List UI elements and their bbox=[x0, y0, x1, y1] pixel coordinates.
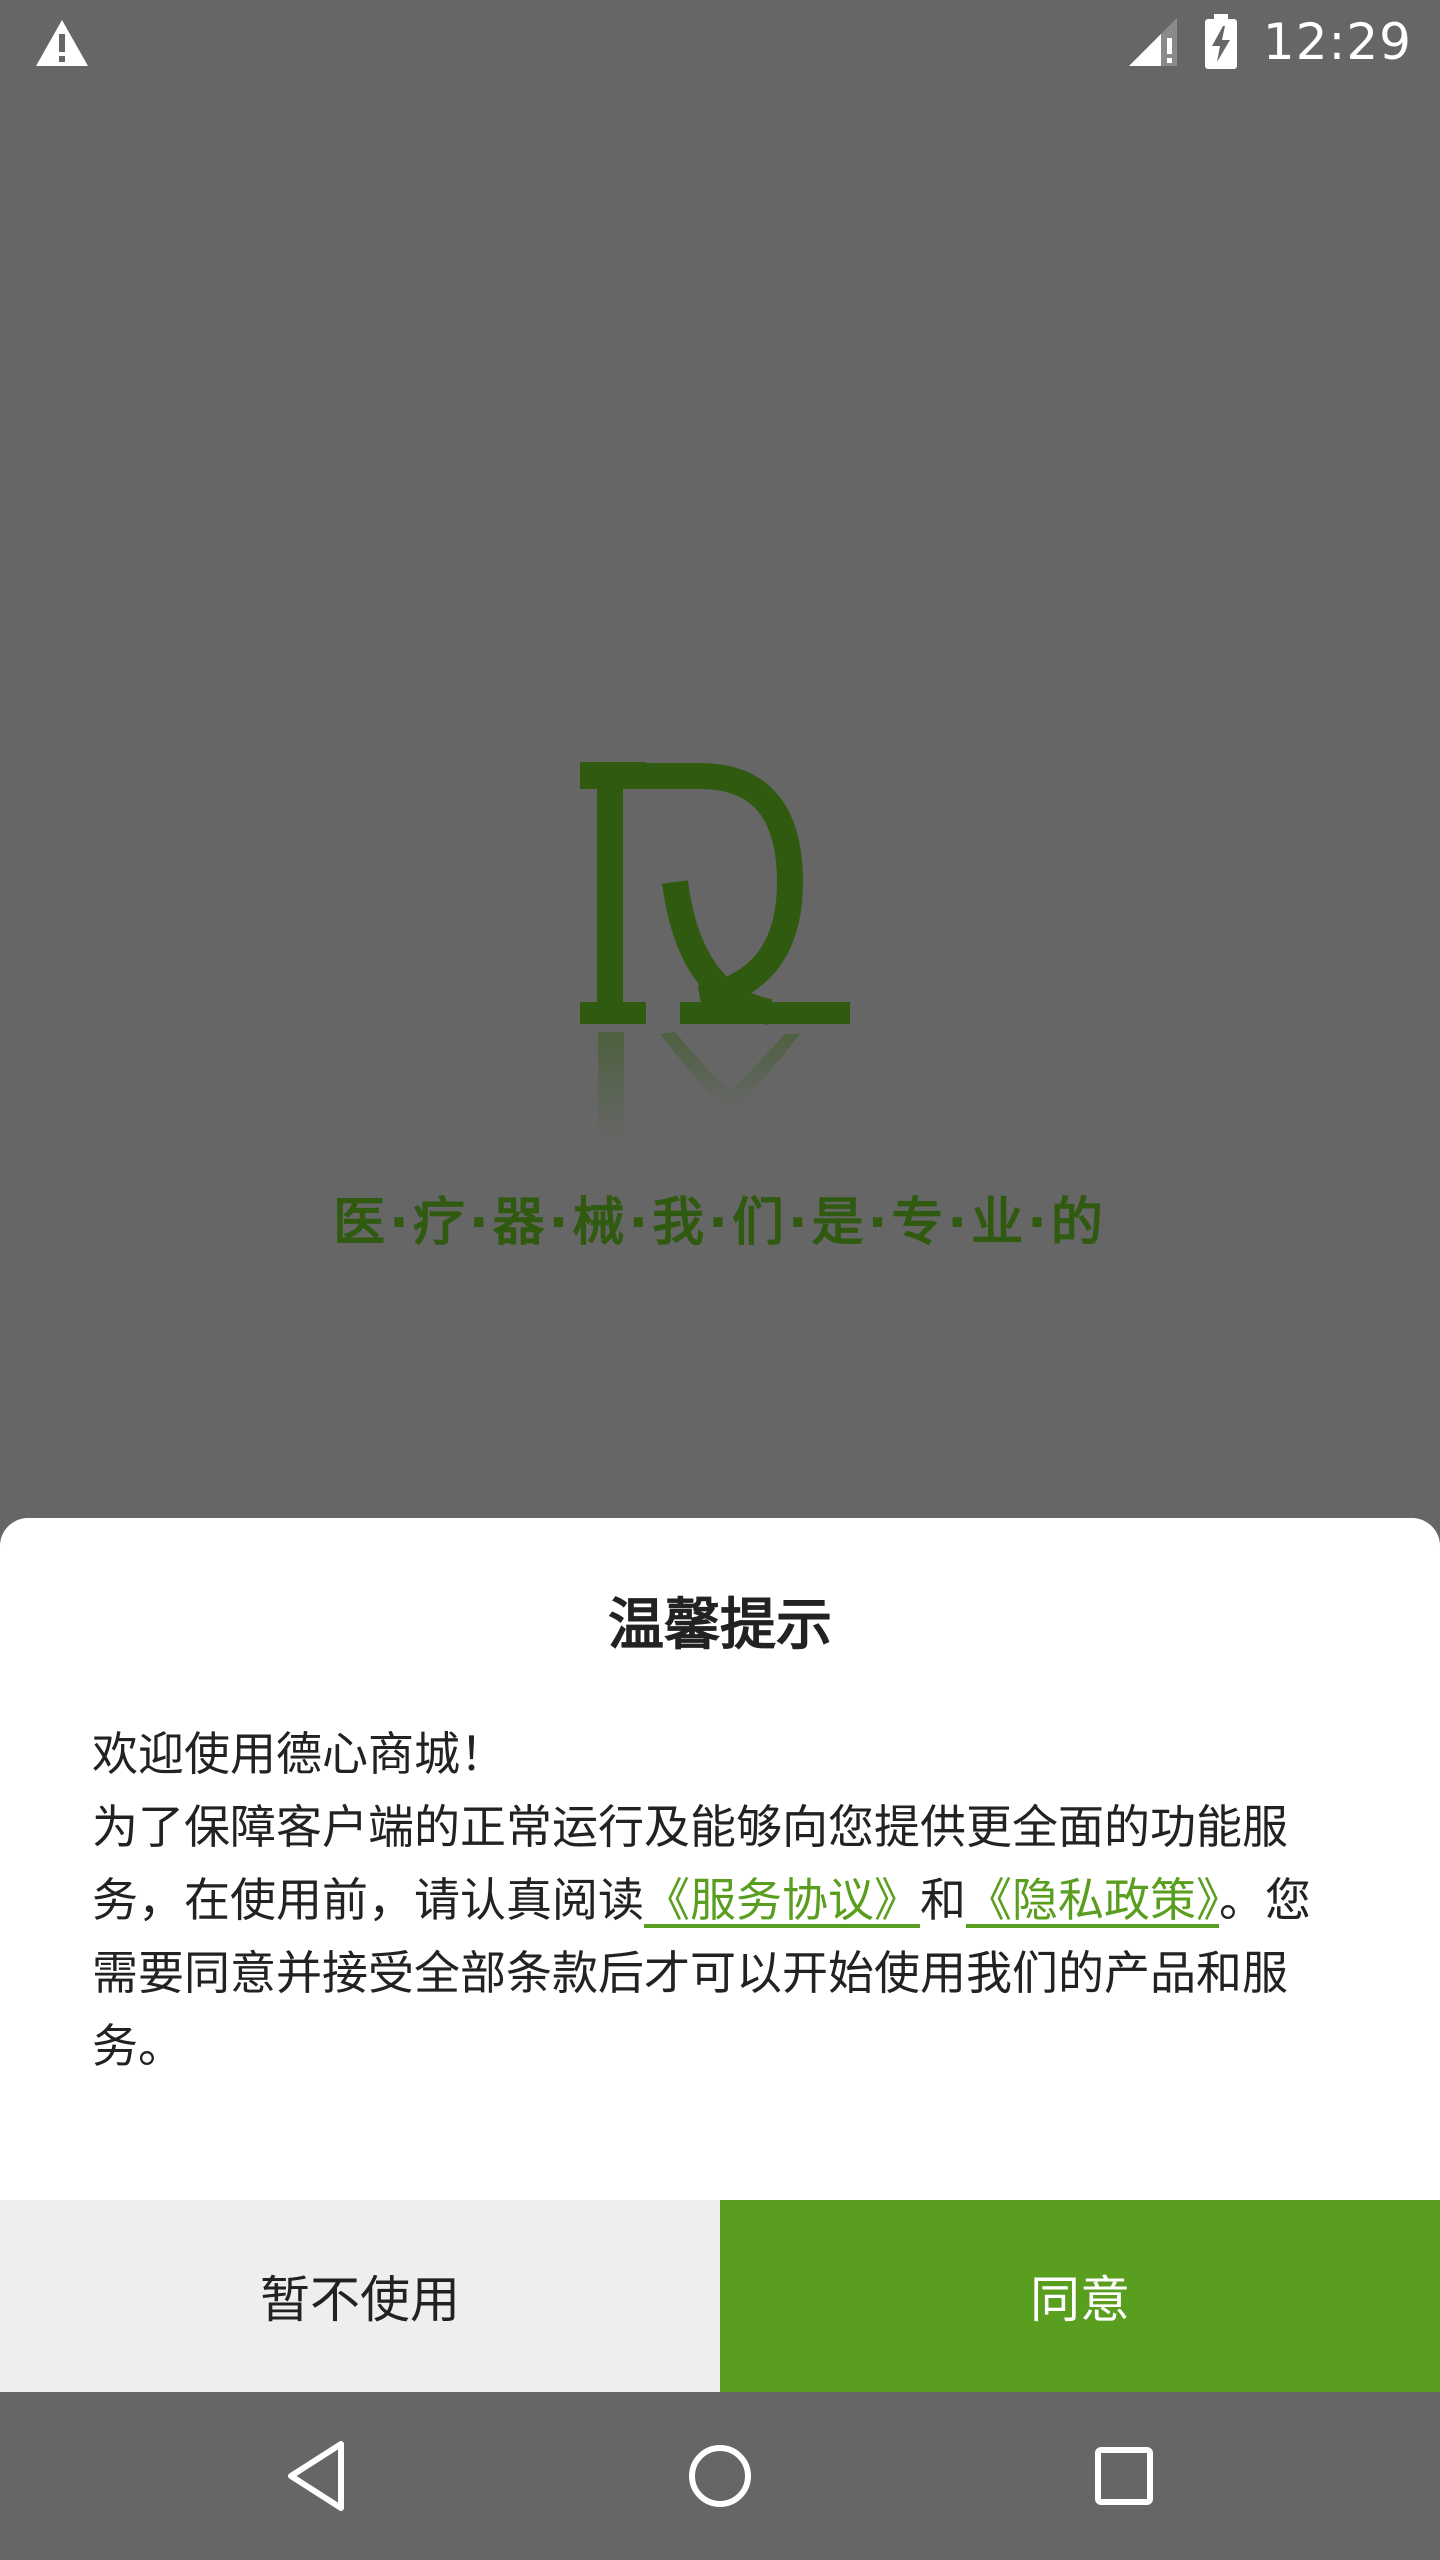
battery-charging-icon bbox=[1204, 14, 1237, 69]
agree-button[interactable]: 同意 bbox=[720, 2200, 1440, 2392]
dialog-message: 为了保障客户端的正常运行及能够向您提供更全面的功能服务，在使用前，请认真阅读《服… bbox=[92, 1791, 1352, 2083]
home-icon bbox=[689, 2445, 751, 2507]
status-bar: 12:29 bbox=[0, 0, 1440, 84]
signal-icon bbox=[1128, 18, 1177, 66]
navigation-bar bbox=[0, 2392, 1440, 2560]
splash-slogan: 医·疗·器·械·我·们·是·专·业·的 bbox=[333, 1193, 1107, 1253]
back-icon bbox=[288, 2441, 344, 2511]
dx-logo-icon bbox=[580, 762, 850, 1142]
decline-button[interactable]: 暂不使用 bbox=[0, 2200, 720, 2392]
dialog-buttons: 暂不使用 同意 bbox=[0, 2200, 1440, 2392]
nav-recent-button[interactable] bbox=[1074, 2426, 1174, 2526]
privacy-policy-link[interactable]: 《隐私政策》 bbox=[966, 1873, 1219, 1927]
nav-back-button[interactable] bbox=[266, 2426, 366, 2526]
dialog-body: 欢迎使用德心商城！ 为了保障客户端的正常运行及能够向您提供更全面的功能服务，在使… bbox=[92, 1718, 1352, 2083]
recent-apps-icon bbox=[1095, 2447, 1153, 2505]
status-time: 12:29 bbox=[1262, 13, 1412, 71]
dialog-title: 温馨提示 bbox=[608, 1593, 832, 1658]
warning-icon bbox=[36, 20, 88, 66]
dialog-greeting: 欢迎使用德心商城！ bbox=[92, 1727, 506, 1781]
dialog-message-conjunction: 和 bbox=[920, 1873, 966, 1927]
status-right-group: 12:29 bbox=[1127, 0, 1412, 84]
nav-home-button[interactable] bbox=[670, 2426, 770, 2526]
service-agreement-link[interactable]: 《服务协议》 bbox=[644, 1873, 920, 1927]
privacy-dialog: 温馨提示 欢迎使用德心商城！ 为了保障客户端的正常运行及能够向您提供更全面的功能… bbox=[0, 1518, 1440, 2392]
